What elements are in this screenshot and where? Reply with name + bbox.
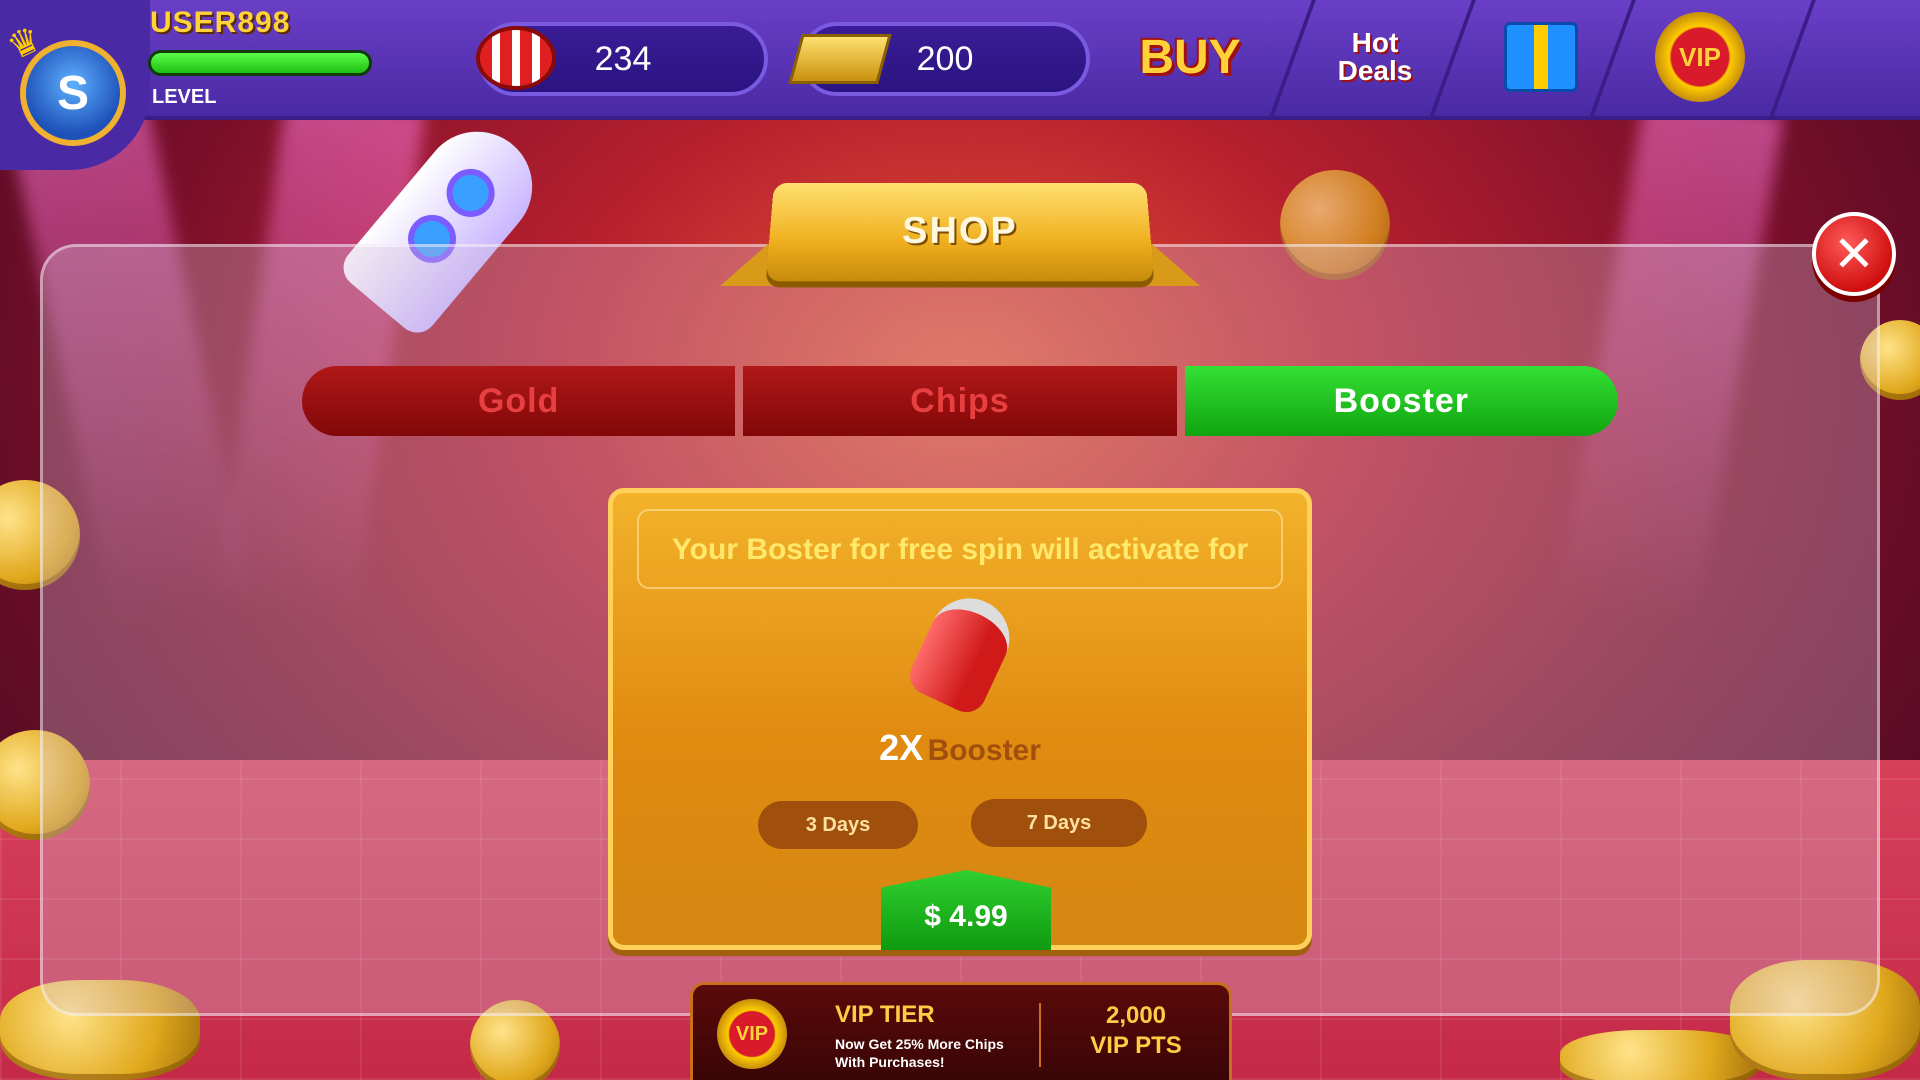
- booster-multiplier: 2X: [879, 727, 924, 768]
- gold-bars-icon: [788, 34, 892, 84]
- shop-title-ribbon: SHOP: [720, 166, 1200, 296]
- shop-tabs: Gold Chips Booster: [302, 366, 1618, 436]
- gift-icon: [1504, 22, 1578, 92]
- tab-booster[interactable]: Booster: [1184, 366, 1618, 436]
- shop-title: SHOP: [901, 210, 1019, 252]
- vip-button[interactable]: VIP: [1630, 12, 1770, 102]
- poker-chips-icon: [476, 26, 556, 90]
- chips-amount: 234: [594, 39, 652, 78]
- buy-button[interactable]: BUY: [1130, 12, 1250, 102]
- hot-deals-button[interactable]: ★ Hot Deals: [1320, 2, 1430, 112]
- duration-3-days-button[interactable]: 3 Days: [758, 801, 918, 849]
- close-icon: ✕: [1833, 226, 1875, 282]
- tab-gold[interactable]: Gold: [302, 366, 736, 436]
- tab-chips[interactable]: Chips: [743, 366, 1177, 436]
- level-progress-bar: [148, 50, 372, 76]
- gift-button[interactable]: [1496, 12, 1586, 102]
- offer-headline: Your Boster for free spin will activate …: [671, 533, 1249, 566]
- close-button[interactable]: ✕: [1812, 212, 1896, 296]
- vip-points-label: VIP PTS: [1090, 1032, 1182, 1059]
- vip-tier-label: VIP TIER: [835, 1001, 935, 1028]
- vip-points: 2,000 VIP PTS: [1061, 1001, 1211, 1061]
- vip-badge-icon: VIP: [717, 999, 787, 1069]
- vip-points-value: 2,000: [1105, 1002, 1167, 1029]
- rocket-booster-icon: [903, 585, 1023, 719]
- profile-area[interactable]: S ♛: [0, 0, 150, 170]
- level-label: LEVEL: [152, 86, 217, 108]
- vip-description: Now Get 25% More Chips With Purchases!: [835, 1036, 1004, 1070]
- vip-badge-icon: VIP: [1655, 12, 1745, 102]
- hamburger-menu-icon[interactable]: [1836, 40, 1886, 88]
- vip-tier-strip[interactable]: VIP VIP TIER Now Get 25% More Chips With…: [690, 982, 1232, 1080]
- gold-amount: 200: [916, 39, 974, 78]
- booster-offer-card: Your Boster for free spin will activate …: [608, 488, 1312, 950]
- username: USER898: [150, 6, 291, 39]
- price-button[interactable]: $ 4.99: [881, 870, 1051, 950]
- duration-7-days-button[interactable]: 7 Days: [971, 799, 1147, 847]
- booster-label: Booster: [927, 734, 1041, 767]
